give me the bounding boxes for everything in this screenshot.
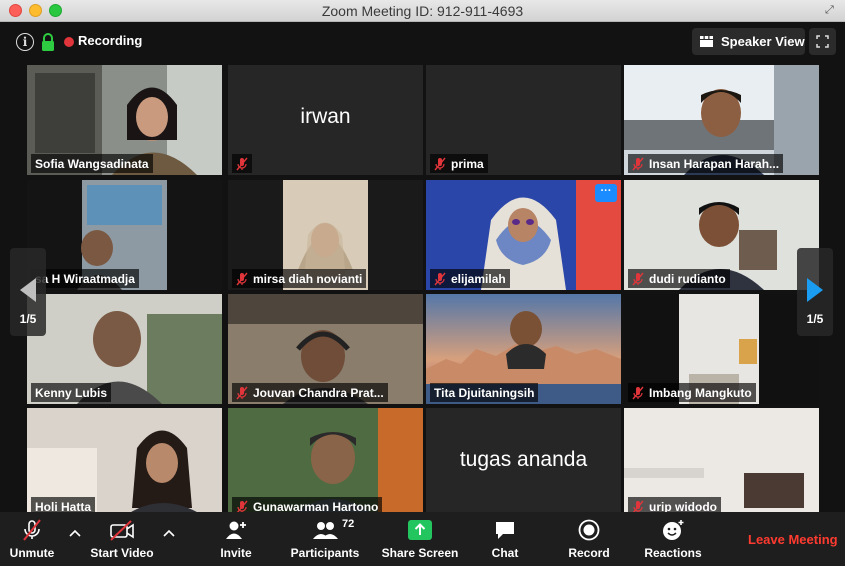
lock-icon[interactable]: [41, 32, 55, 52]
participant-tile[interactable]: prima: [426, 65, 621, 175]
participant-tile[interactable]: mirsa diah novianti: [228, 180, 423, 290]
participant-name-label: Tita Djuitaningsih: [430, 383, 539, 402]
participant-tile[interactable]: Gunawarman Hartono: [228, 408, 423, 518]
unmute-button[interactable]: Unmute: [6, 518, 58, 560]
participant-tile[interactable]: sa H Wiraatmadja: [27, 180, 222, 290]
participant-tile[interactable]: urip widodo: [624, 408, 819, 518]
mic-muted-icon: [236, 386, 248, 399]
smiley-icon: [642, 518, 704, 542]
mic-muted-icon: [434, 272, 446, 285]
start-video-label: Start Video: [90, 546, 154, 560]
participant-display-name: irwan: [300, 105, 351, 128]
participant-display-name: tugas ananda: [459, 448, 588, 471]
speaker-view-label: Speaker View: [721, 34, 805, 49]
video-off-icon: [86, 518, 158, 542]
participant-name-label: Insan Harapan Harah...: [628, 154, 784, 173]
participant-name-label: Sofia Wangsadinata: [31, 154, 153, 173]
arrow-left-icon: [20, 278, 36, 302]
window-title: Zoom Meeting ID: 912-911-4693: [321, 3, 524, 19]
participant-tile[interactable]: Holi Hatta: [27, 408, 222, 518]
page-indicator-left: 1/5: [19, 312, 37, 326]
record-icon: [566, 518, 612, 542]
meeting-topbar: i Recording Speaker View: [0, 22, 845, 62]
participant-name-label: prima: [430, 154, 488, 173]
resize-icon[interactable]: ⤢: [825, 4, 837, 16]
fullscreen-icon: [816, 35, 829, 48]
share-screen-icon: [380, 518, 460, 542]
participant-tile[interactable]: Sofia Wangsadinata: [27, 65, 222, 175]
meeting-toolbar: Unmute Start Video Invite Participants 7…: [0, 512, 845, 566]
chat-label: Chat: [491, 546, 519, 560]
leave-meeting-button[interactable]: Leave Meeting: [748, 532, 838, 547]
participant-tile[interactable]: dudi rudianto: [624, 180, 819, 290]
recording-label: Recording: [78, 33, 143, 48]
share-screen-label: Share Screen: [381, 546, 459, 560]
participant-tile[interactable]: ··· elijamilah: [426, 180, 621, 290]
participant-name-label: sa H Wiraatmadja: [31, 269, 139, 288]
next-page-button[interactable]: 1/5: [797, 248, 833, 336]
mic-muted-icon: [6, 518, 58, 542]
share-screen-button[interactable]: Share Screen: [380, 518, 460, 560]
mic-muted-icon: [632, 386, 644, 399]
add-person-icon: [214, 518, 258, 542]
participant-tile[interactable]: Kenny Lubis: [27, 294, 222, 404]
participant-name-label: Kenny Lubis: [31, 383, 112, 402]
chevron-up-icon[interactable]: [163, 528, 175, 538]
mic-muted-icon: [434, 157, 446, 170]
chevron-up-icon[interactable]: [69, 528, 81, 538]
record-label: Record: [568, 546, 610, 560]
window-titlebar: Zoom Meeting ID: 912-911-4693 ⤢: [0, 0, 845, 22]
participant-name-label: mirsa diah novianti: [232, 269, 367, 288]
participant-name-label: Imbang Mangkuto: [628, 383, 756, 402]
unmute-label: Unmute: [9, 546, 55, 560]
chat-button[interactable]: Chat: [486, 518, 524, 560]
previous-page-button[interactable]: 1/5: [10, 248, 46, 336]
info-icon[interactable]: i: [16, 33, 34, 51]
speaker-view-button[interactable]: Speaker View: [692, 28, 805, 55]
participant-name-label: [232, 154, 252, 173]
reactions-button[interactable]: Reactions: [642, 518, 704, 560]
participant-name-label: elijamilah: [430, 269, 510, 288]
mic-muted-icon: [236, 157, 248, 170]
participants-label: Participants: [290, 546, 360, 560]
invite-button[interactable]: Invite: [214, 518, 258, 560]
participant-name-label: dudi rudianto: [628, 269, 730, 288]
chat-bubble-icon: [486, 518, 524, 542]
mic-muted-icon: [236, 272, 248, 285]
recording-dot-icon: [64, 37, 74, 47]
participant-tile[interactable]: Tita Djuitaningsih: [426, 294, 621, 404]
participant-tile[interactable]: Imbang Mangkuto: [624, 294, 819, 404]
grid-view-icon: [700, 36, 713, 47]
record-button[interactable]: Record: [566, 518, 612, 560]
participant-tile[interactable]: Jouvan Chandra Prat...: [228, 294, 423, 404]
arrow-right-icon: [807, 278, 823, 302]
reactions-label: Reactions: [644, 546, 702, 560]
mic-muted-icon: [632, 157, 644, 170]
mic-muted-icon: [632, 272, 644, 285]
fullscreen-button[interactable]: [809, 28, 836, 55]
gallery-view: Sofia Wangsadinata irwan prima Insan Har…: [0, 62, 845, 518]
participants-count-badge: 72: [342, 518, 355, 530]
participant-name-label: Jouvan Chandra Prat...: [232, 383, 388, 402]
participant-tile[interactable]: Insan Harapan Harah...: [624, 65, 819, 175]
participant-tile[interactable]: irwan: [228, 65, 423, 175]
more-options-button[interactable]: ···: [595, 184, 617, 202]
invite-label: Invite: [220, 546, 252, 560]
start-video-button[interactable]: Start Video: [86, 518, 158, 560]
participant-tile[interactable]: tugas ananda: [426, 408, 621, 518]
page-indicator-right: 1/5: [806, 312, 824, 326]
